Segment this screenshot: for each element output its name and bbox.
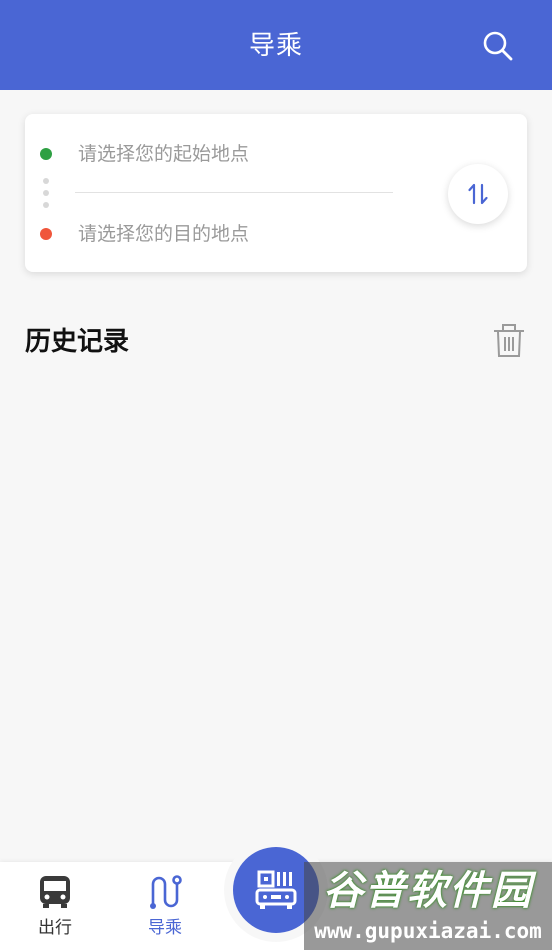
tab-guide-label: 导乘 xyxy=(148,918,182,938)
bus-icon xyxy=(40,876,70,908)
connector-dot-icon xyxy=(43,190,49,196)
end-dot-icon xyxy=(40,228,52,240)
connector-dot-icon xyxy=(43,178,49,184)
watermark-title: 谷普软件园 xyxy=(323,868,533,914)
destination-input[interactable]: 请选择您的目的地点 xyxy=(78,217,408,251)
route-icon xyxy=(150,875,182,909)
start-location-input[interactable]: 请选择您的起始地点 xyxy=(78,137,408,171)
watermark-url: www.gupuxiazai.com xyxy=(314,919,542,943)
qr-bus-icon xyxy=(255,870,297,909)
connector-dot-icon xyxy=(43,202,49,208)
search-icon[interactable] xyxy=(482,30,514,62)
swap-button[interactable] xyxy=(448,164,508,224)
swap-arrows-icon xyxy=(468,183,488,205)
top-bar: 导乘 xyxy=(0,0,552,90)
trash-icon[interactable] xyxy=(490,322,528,360)
history-title: 历史记录 xyxy=(25,327,130,357)
route-card: 请选择您的起始地点 请选择您的目的地点 xyxy=(25,114,527,272)
tab-go[interactable]: 出行 xyxy=(0,862,110,950)
tab-go-label: 出行 xyxy=(38,918,72,938)
start-dot-icon xyxy=(40,148,52,160)
page-title: 导乘 xyxy=(248,31,303,61)
tab-guide[interactable]: 导乘 xyxy=(110,862,220,950)
divider xyxy=(75,192,393,193)
